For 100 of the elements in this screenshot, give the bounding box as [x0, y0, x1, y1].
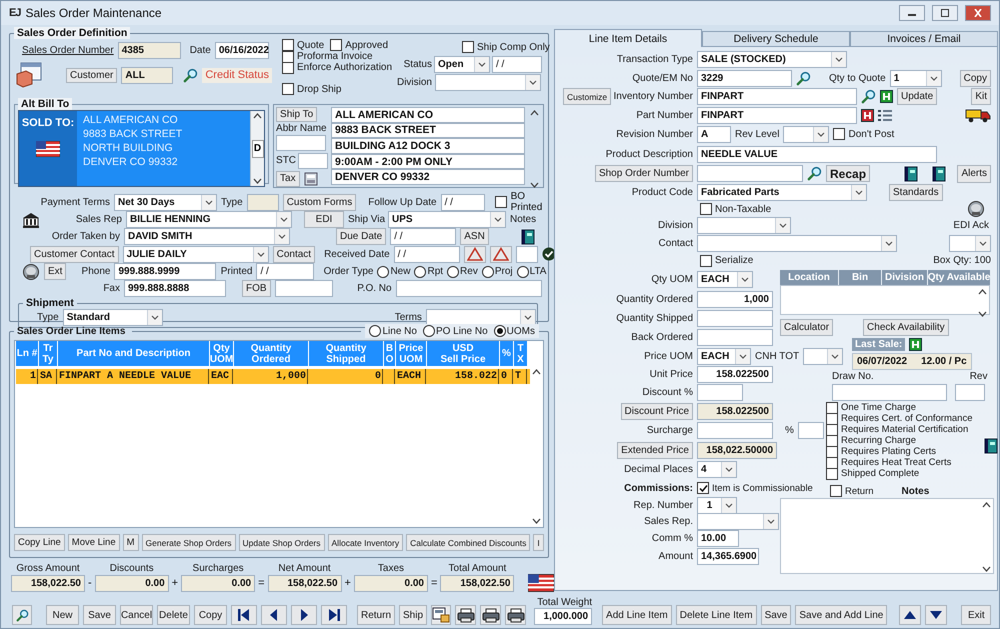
discount-price-button[interactable]: Discount Price	[620, 403, 693, 420]
toolbar-button[interactable]: Return	[357, 605, 396, 625]
edi-button[interactable]: EDI	[304, 211, 344, 228]
input-field[interactable]: 4385	[118, 42, 181, 58]
total-field[interactable]: 158,022.50	[440, 575, 514, 592]
toolbar-button[interactable]: Cancel	[120, 605, 153, 625]
custom-forms-button[interactable]: Custom Forms	[282, 194, 356, 210]
total-field[interactable]: 158,022.50	[268, 575, 342, 592]
input-field[interactable]: 158,022.50000	[697, 442, 777, 458]
dropdown[interactable]: EACH	[697, 348, 751, 364]
input-field[interactable]: / /	[492, 56, 542, 72]
input-field[interactable]: 14,365.6900	[697, 548, 759, 564]
input-field[interactable]: 3229	[697, 70, 792, 86]
extended-price-button[interactable]: Extended Price	[617, 442, 693, 458]
dropdown[interactable]: SALE (STOCKED)	[697, 51, 847, 68]
input-field[interactable]: A	[697, 126, 731, 142]
check-availability-button[interactable]: Check Availability	[863, 318, 949, 336]
dropdown[interactable]: 1	[697, 496, 737, 514]
calculator-button[interactable]: Calculator	[780, 318, 834, 336]
dropdown[interactable]: Open	[434, 56, 490, 72]
total-field[interactable]: 0.00	[94, 575, 169, 592]
address-field[interactable]: BUILDING A12 DOCK 3	[331, 138, 525, 154]
footer-button[interactable]: Save	[760, 605, 792, 625]
footer-button[interactable]: Delete Line Item	[676, 605, 757, 625]
ship-to-button[interactable]: Ship To	[276, 107, 318, 122]
toolbar-button[interactable]: Copy	[194, 605, 227, 625]
input-field[interactable]: 999.888.9999	[114, 263, 216, 280]
toolbar-button[interactable]: Ship	[399, 605, 428, 625]
input-field[interactable]: ALL	[121, 66, 174, 84]
dropdown[interactable]: DAVID SMITH	[124, 228, 290, 245]
dropdown[interactable]: Standard	[62, 309, 163, 326]
tab[interactable]: Line Item Details	[554, 29, 702, 47]
fob-button[interactable]: FOB	[242, 280, 271, 297]
input-field[interactable]: 158.022500	[697, 403, 773, 420]
input-field[interactable]: 10.00	[697, 530, 739, 547]
toolbar-button[interactable]: New	[46, 605, 79, 625]
tax-button[interactable]: Tax	[276, 170, 300, 186]
table-row[interactable]: 1 SA FINPART A NEEDLE VALUE EAC 1,000 0 EACH 158.022 0 T	[16, 369, 530, 384]
customer-contact-button[interactable]: Customer Contact	[30, 246, 119, 262]
address-field[interactable]: ALL AMERICAN CO	[331, 107, 525, 123]
input-field[interactable]: 1,000.000	[534, 608, 592, 625]
total-field[interactable]: 158,022.50	[11, 575, 85, 592]
input-field[interactable]: 06/16/2022	[214, 42, 269, 58]
toolbar-button[interactable]: Move Line	[68, 534, 120, 551]
tab[interactable]: Invoices / Email	[850, 31, 998, 47]
dropdown[interactable]: EACH	[697, 270, 753, 288]
tab[interactable]: Delivery Schedule	[702, 31, 850, 47]
toolbar-button[interactable]: Delete	[157, 605, 190, 625]
address-field[interactable]: DENVER CO 99332	[331, 169, 525, 185]
dropdown[interactable]: UPS	[388, 211, 506, 228]
input-field[interactable]: FINPART	[697, 106, 857, 124]
toolbar-button[interactable]: M	[122, 534, 139, 551]
input-field[interactable]: / /	[440, 194, 485, 210]
input-field[interactable]: / /	[390, 228, 456, 245]
toolbar-button[interactable]: Update Shop Orders	[238, 534, 325, 551]
shop-order-number-button[interactable]: Shop Order Number	[594, 165, 693, 182]
input-field[interactable]: FINPART	[697, 88, 857, 105]
standards-button[interactable]: Standards	[889, 184, 943, 200]
table-cell: 0	[500, 369, 513, 384]
contact-button[interactable]: Contact	[272, 246, 316, 262]
due-date-button[interactable]: Due Date	[336, 228, 386, 245]
window-title: Sales Order Maintenance	[25, 6, 162, 20]
total-field[interactable]: 0.00	[354, 575, 428, 592]
input-field[interactable]: / /	[256, 263, 314, 280]
credit-status-link[interactable]: Credit Status	[202, 68, 272, 82]
input-field[interactable]: 1,000	[697, 290, 773, 308]
toolbar-button[interactable]: I	[533, 534, 544, 551]
alerts-button[interactable]: Alerts	[957, 164, 991, 182]
total-field[interactable]: 0.00	[181, 575, 256, 592]
footer-button[interactable]: Add Line Item	[602, 605, 672, 625]
input-field[interactable]: / /	[394, 246, 460, 262]
dropdown[interactable]: BILLIE HENNING	[126, 211, 292, 228]
dropdown[interactable]: JULIE DAILY	[122, 246, 269, 262]
asn-button[interactable]: ASN	[460, 228, 489, 245]
checkbox-label: Enforce Authorization	[297, 62, 392, 73]
toolbar-button[interactable]: Generate Shop Orders	[142, 534, 236, 551]
dropdown[interactable]: 1	[890, 70, 942, 86]
toolbar-button[interactable]: Allocate Inventory	[328, 534, 404, 551]
toolbar-button[interactable]: Calculate Combined Discounts	[406, 534, 530, 551]
side-button[interactable]: D	[252, 140, 264, 158]
kit-button[interactable]: Kit	[971, 88, 991, 105]
field-label: Part Number	[636, 110, 693, 120]
dropdown[interactable]: 4	[697, 461, 737, 478]
input-field[interactable]: NEEDLE VALUE	[697, 146, 937, 162]
toolbar-button[interactable]: Save	[83, 605, 116, 625]
input-field[interactable]: 158.022500	[697, 366, 773, 382]
exit-button[interactable]: Exit	[961, 605, 992, 625]
dropdown[interactable]: Fabricated Parts	[697, 184, 867, 200]
footer-button[interactable]: Save and Add Line	[795, 605, 888, 625]
address-field[interactable]: 9883 BACK STREET	[331, 122, 525, 138]
dropdown[interactable]: Net 30 Days	[114, 194, 217, 210]
input-field[interactable]: 999.888.8888	[124, 280, 226, 297]
customize-button[interactable]: Customize	[563, 88, 612, 105]
update-button[interactable]: Update	[897, 88, 938, 105]
copy-button[interactable]: Copy	[960, 70, 991, 86]
address-field[interactable]: 9:00AM - 2:00 PM ONLY	[331, 154, 525, 170]
recap-button[interactable]: Recap	[826, 165, 870, 182]
customer-button[interactable]: Customer	[66, 68, 118, 82]
toolbar-button[interactable]: Copy Line	[14, 534, 65, 551]
ext-button[interactable]: Ext	[44, 263, 66, 280]
